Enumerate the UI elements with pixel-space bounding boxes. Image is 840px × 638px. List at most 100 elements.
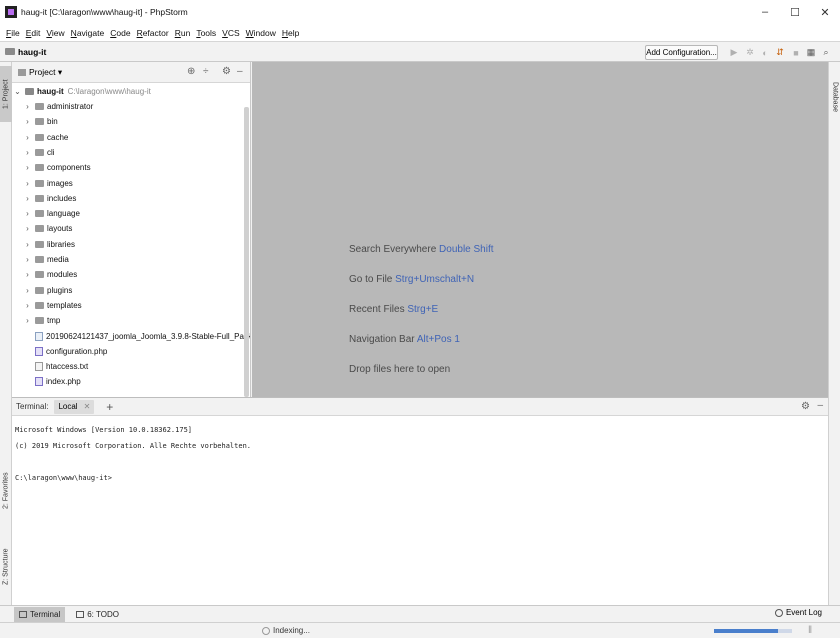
tree-folder-libraries[interactable]: › libraries [23, 237, 75, 252]
project-view-selector[interactable]: Project ▾ [29, 67, 62, 78]
collapse-all-icon[interactable]: ÷ [203, 66, 209, 77]
folder-icon [35, 179, 44, 187]
root-path: C:\laragon\www\haug-it [67, 87, 151, 96]
folder-icon [5, 48, 15, 55]
tree-folder-tmp[interactable]: › tmp [23, 313, 60, 328]
menu-navigate[interactable]: Navigate [68, 28, 108, 38]
folder-icon [35, 286, 44, 294]
tree-folder-components[interactable]: › components [23, 160, 90, 175]
menu-bar: File Edit View Navigate Code Refactor Ru… [0, 24, 840, 41]
chevron-right-icon[interactable]: › [23, 301, 32, 310]
chevron-right-icon[interactable]: › [23, 117, 32, 126]
tree-folder-language[interactable]: › language [23, 206, 80, 221]
event-log-tool-tab[interactable]: Event Log [774, 608, 822, 617]
terminal-tab-local[interactable]: Local ✕ [54, 399, 95, 414]
tree-folder-media[interactable]: › media [23, 252, 69, 267]
tree-folder-plugins[interactable]: › plugins [23, 283, 72, 298]
hide-panel-icon[interactable]: – [237, 66, 243, 77]
tree-folder-includes[interactable]: › includes [23, 191, 76, 206]
tree-folder-administrator[interactable]: › administrator [23, 99, 93, 114]
favorites-tool-tab[interactable]: 2: Favorites [0, 460, 12, 522]
project-tool-tab[interactable]: 1: Project [0, 66, 12, 122]
debug-icon[interactable]: ✲ [745, 47, 755, 58]
chevron-right-icon[interactable]: › [23, 224, 32, 233]
indexing-progress-bar[interactable] [714, 629, 792, 633]
menu-run[interactable]: Run [172, 28, 194, 38]
add-configuration-button[interactable]: Add Configuration... [645, 45, 718, 60]
tree-folder-cli[interactable]: › cli [23, 145, 54, 160]
terminal-tool-tab[interactable]: Terminal [14, 606, 66, 622]
todo-tool-tab-label: 6: TODO [87, 609, 119, 619]
title-bar: haug-it [C:\laragon\www\haug-it] - PhpSt… [0, 0, 840, 24]
chevron-right-icon[interactable]: › [23, 240, 32, 249]
tree-item-label: libraries [47, 239, 76, 249]
locate-icon[interactable]: ⊕ [187, 66, 195, 77]
coverage-icon[interactable]: ◐ [760, 47, 770, 58]
chevron-right-icon[interactable]: › [23, 102, 32, 111]
chevron-right-icon[interactable]: › [23, 209, 32, 218]
menu-view[interactable]: View [43, 28, 67, 38]
tree-root[interactable]: ⌄ haug-it C:\laragon\www\haug-it [13, 84, 151, 99]
minimize-button[interactable]: – [750, 0, 780, 24]
tree-file-item[interactable]: 20190624121437_joomla_Joomla_3.9.8-Stabl… [32, 329, 250, 344]
chevron-down-icon[interactable]: ⌄ [13, 87, 22, 96]
database-tool-tab[interactable]: Database [829, 68, 840, 126]
archive-file-icon [35, 331, 43, 341]
chevron-right-icon[interactable]: › [23, 163, 32, 172]
chevron-right-icon[interactable]: › [23, 270, 32, 279]
tree-folder-layouts[interactable]: › layouts [23, 221, 72, 236]
tree-item-label: media [47, 255, 69, 264]
menu-help[interactable]: Help [279, 28, 302, 38]
chevron-right-icon[interactable]: › [23, 316, 32, 325]
menu-refactor[interactable]: Refactor [134, 28, 172, 38]
chevron-right-icon[interactable]: › [23, 255, 32, 264]
tree-folder-bin[interactable]: › bin [23, 114, 58, 129]
gear-icon[interactable]: ⚙ [801, 401, 810, 412]
tree-folder-templates[interactable]: › templates [23, 298, 82, 313]
phpstorm-logo-icon [5, 6, 17, 18]
pause-icon[interactable]: ‖ [808, 625, 812, 636]
chevron-right-icon[interactable]: › [23, 179, 32, 188]
php-file-icon [35, 377, 43, 387]
tree-file-item[interactable]: htaccess.txt [32, 359, 88, 374]
folder-icon [35, 271, 44, 279]
stop-icon[interactable]: ■ [791, 47, 801, 58]
breadcrumb-project[interactable]: haug-it [18, 47, 46, 57]
tree-folder-modules[interactable]: › modules [23, 267, 77, 282]
terminal-line: Microsoft Windows [Version 10.0.18362.17… [15, 426, 193, 434]
chevron-right-icon[interactable]: › [23, 286, 32, 295]
tree-file-item[interactable]: configuration.php [32, 344, 107, 359]
close-button[interactable]: ✕ [810, 0, 840, 24]
close-icon[interactable]: ✕ [84, 402, 91, 411]
tree-item-label: index.php [46, 377, 81, 387]
menu-tools[interactable]: Tools [193, 28, 219, 38]
menu-code[interactable]: Code [107, 28, 133, 38]
menu-window[interactable]: Window [243, 28, 279, 38]
menu-file[interactable]: File [3, 28, 23, 38]
tree-scrollbar[interactable] [244, 107, 249, 397]
menu-vcs[interactable]: VCS [219, 28, 242, 38]
new-terminal-icon[interactable]: + [106, 400, 113, 414]
right-tool-stripe: Database [828, 62, 840, 605]
vcs-update-icon[interactable]: ⇵ [775, 47, 785, 58]
tree-folder-cache[interactable]: › cache [23, 130, 68, 145]
tree-file-item[interactable]: index.php [32, 374, 81, 389]
terminal-output[interactable]: Microsoft Windows [Version 10.0.18362.17… [12, 416, 828, 492]
settings-icon[interactable]: ▦ [806, 47, 816, 58]
structure-tool-tab[interactable]: Z: Structure [0, 536, 12, 598]
menu-edit[interactable]: Edit [23, 28, 44, 38]
chevron-right-icon[interactable]: › [23, 133, 32, 142]
tree-folder-images[interactable]: › images [23, 176, 73, 191]
folder-icon [35, 240, 44, 248]
maximize-button[interactable]: ☐ [780, 0, 810, 24]
gear-icon[interactable]: ⚙ [222, 66, 231, 77]
chevron-right-icon[interactable]: › [23, 194, 32, 203]
run-icon[interactable]: ▶ [729, 47, 739, 58]
todo-tool-tab[interactable]: 6: TODO [71, 607, 124, 622]
search-icon[interactable]: ⌕ [821, 47, 831, 58]
navigation-bar: haug-it Add Configuration... ▶ ✲ ◐ ⇵ ■ ▦… [0, 41, 840, 62]
tree-item-label: tmp [47, 316, 61, 326]
hide-panel-icon[interactable]: – [817, 400, 823, 411]
chevron-right-icon[interactable]: › [23, 148, 32, 157]
status-indexing[interactable]: Indexing... [262, 626, 310, 635]
